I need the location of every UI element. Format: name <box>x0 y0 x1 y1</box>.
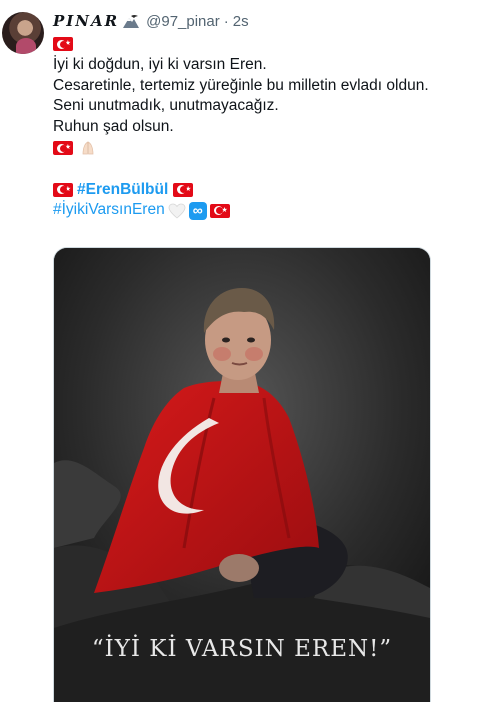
turkish-flag-icon: ★ <box>209 203 230 218</box>
text-line-emojis: ★ <box>53 138 493 159</box>
display-name[interactable]: PINAR <box>53 12 119 30</box>
image-caption: “İYİ Kİ VARSIN EREN!” <box>91 636 393 662</box>
tweet-header: PINAR @97_pinar · 2s <box>53 11 249 31</box>
text-line: İyi ki doğdun, iyi ki varsın Eren. <box>53 55 267 73</box>
folded-hands-icon <box>82 141 94 155</box>
text-line: Cesaretinle, tertemiz yüreğinle bu mille… <box>53 76 429 94</box>
turkish-flag-icon: ★ <box>53 182 73 197</box>
hashtag-link[interactable]: #ErenBülbül <box>77 180 168 201</box>
separator-dot: · <box>223 12 229 30</box>
boy-with-flag-illustration <box>54 248 430 702</box>
tweet-image[interactable]: “İYİ Kİ VARSIN EREN!” <box>53 247 431 702</box>
infinity-icon: ∞ <box>188 201 207 220</box>
text-line: Ruhun şad olsun. <box>53 118 174 136</box>
turkish-flag-icon: ★ <box>53 37 73 52</box>
text-line: Seni unutmadık, unutmayacağız. <box>53 97 279 115</box>
turkish-flag-icon: ★ <box>53 141 73 156</box>
white-heart-icon <box>168 203 186 219</box>
tweet[interactable]: PINAR @97_pinar · 2s ★ İyi ki doğdun, iy… <box>0 0 501 702</box>
eagle-mountain-icon <box>123 15 140 28</box>
tweet-text: ★ İyi ki doğdun, iyi ki varsın Eren. Ces… <box>53 34 493 221</box>
avatar[interactable] <box>2 12 44 54</box>
text-line-hashtag: ★ #ErenBülbül ★ <box>53 180 493 201</box>
hashtag-link[interactable]: #İyikiVarsınEren <box>53 200 165 221</box>
user-handle[interactable]: @97_pinar <box>146 13 220 30</box>
timestamp[interactable]: 2s <box>233 13 249 30</box>
text-line-flag: ★ <box>53 34 493 55</box>
turkish-flag-icon: ★ <box>173 182 194 197</box>
text-line-hashtag: #İyikiVarsınEren ∞ ★ <box>53 200 493 221</box>
